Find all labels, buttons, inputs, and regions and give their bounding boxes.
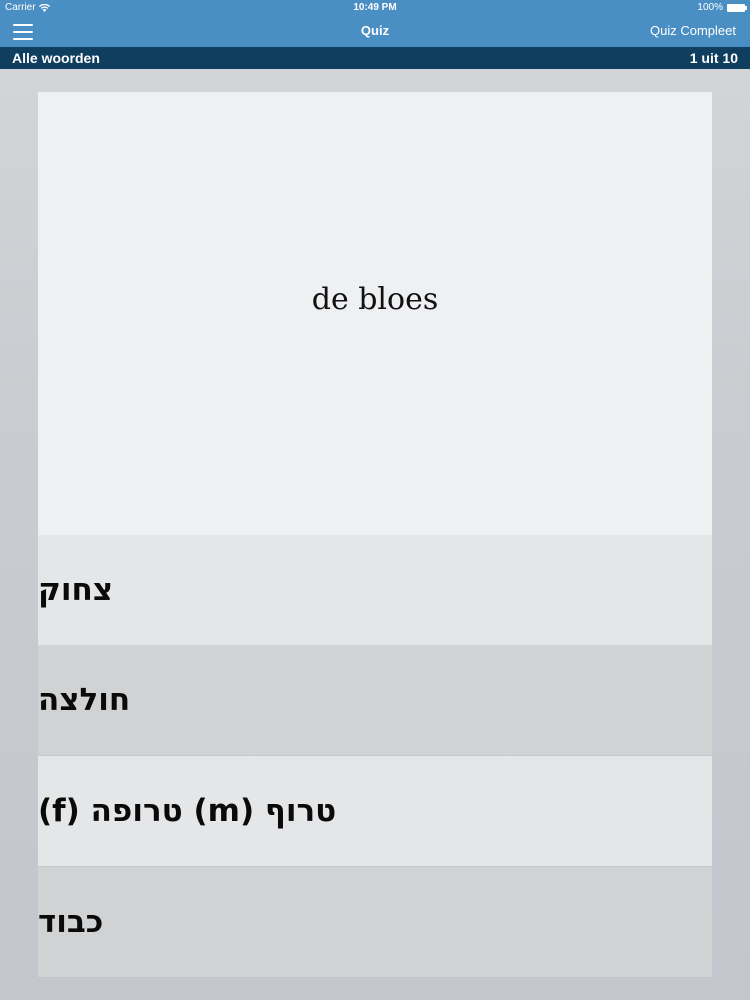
answer-option-1[interactable]: צחוק	[38, 535, 712, 645]
question-word: de bloes	[311, 282, 439, 317]
category-label: Alle woorden	[12, 50, 100, 66]
menu-line	[13, 24, 33, 26]
question-area: de bloes	[38, 92, 712, 535]
menu-line	[13, 38, 33, 40]
quiz-info-bar: Alle woorden 1 uit 10	[0, 47, 750, 69]
battery-percent: 100%	[697, 2, 723, 13]
answer-option-4[interactable]: כבוד	[38, 867, 712, 977]
hamburger-menu-icon[interactable]	[13, 24, 33, 40]
answer-option-3[interactable]: טרוף (m) טרופה (f)	[38, 756, 712, 866]
navigation-bar: Quiz Quiz Compleet	[0, 16, 750, 47]
quiz-complete-button[interactable]: Quiz Compleet	[650, 23, 736, 38]
answer-option-2[interactable]: חולצה	[38, 645, 712, 755]
battery-indicator: 100%	[697, 2, 747, 13]
menu-line	[13, 31, 33, 33]
page-title: Quiz	[360, 23, 390, 38]
battery-icon	[727, 3, 747, 12]
quiz-card: de bloes צחוק חולצה טרוף (m) טרופה (f) כ…	[38, 92, 712, 977]
status-time: 10:49 PM	[353, 2, 397, 13]
status-bar: Carrier 10:49 PM 100%	[0, 0, 750, 16]
question-progress: 1 uit 10	[689, 50, 738, 66]
